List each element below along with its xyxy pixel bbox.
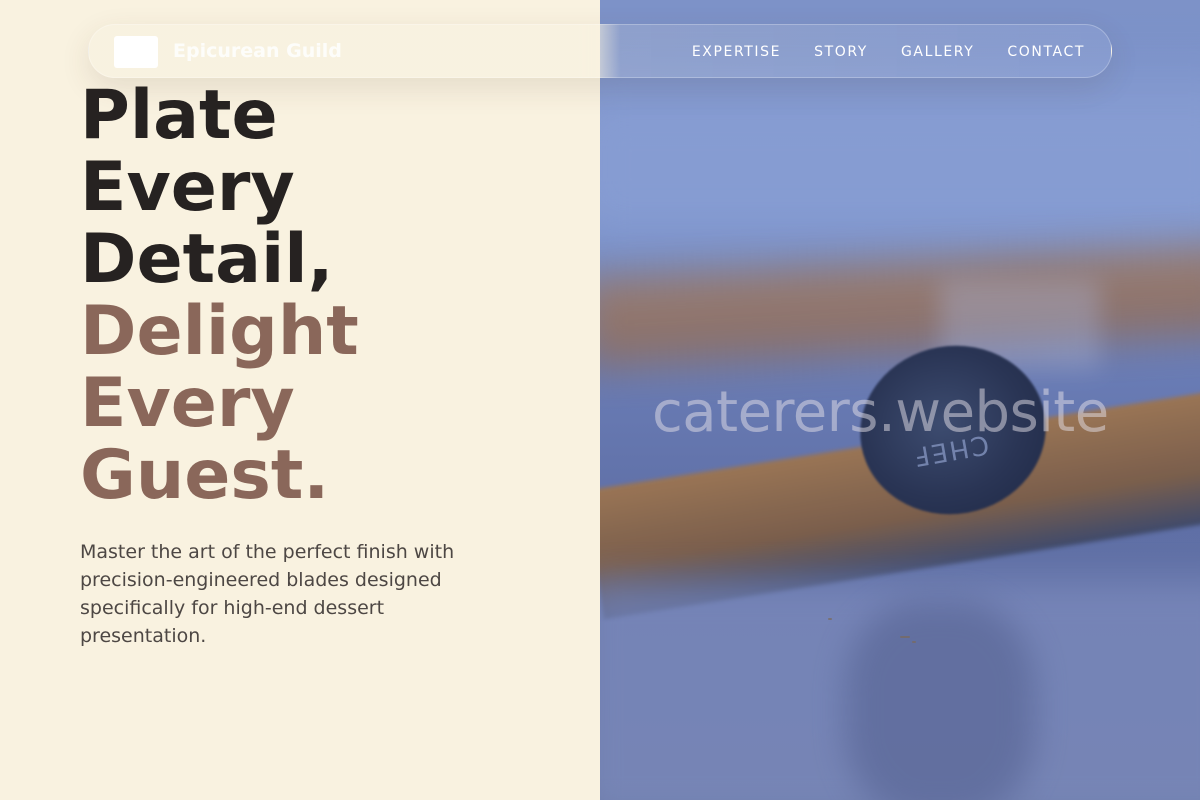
nav-link-gallery[interactable]: GALLERY — [901, 44, 974, 60]
navbar: Epicurean Guild EXPERTISE STORY GALLERY … — [88, 24, 1112, 78]
headline-accent-line: Guest. — [80, 436, 330, 515]
handle-reflection — [845, 600, 1035, 800]
nav-link-story[interactable]: STORY — [814, 44, 868, 60]
photo-background-blur — [600, 80, 1200, 250]
brand-name[interactable]: Epicurean Guild — [173, 40, 342, 62]
hero-subtext: Master the art of the perfect finish wit… — [80, 541, 455, 647]
hero-headline: Plate Every Detail, Delight Every Guest. — [80, 80, 359, 512]
nav-link-expertise[interactable]: EXPERTISE — [692, 44, 781, 60]
nav-links: EXPERTISE STORY GALLERY CONTACT — [692, 44, 1085, 60]
nav-link-contact[interactable]: CONTACT — [1007, 44, 1085, 60]
headline-accent-line: Delight — [80, 292, 359, 371]
crumb — [900, 636, 910, 638]
headline-accent-line: Every — [80, 364, 295, 443]
headline-line: Every — [80, 148, 295, 227]
crumb — [828, 618, 832, 620]
hero-photo: CHEF caterers.website — [600, 0, 1200, 800]
logo-icon[interactable] — [114, 36, 158, 68]
headline-line: Plate — [80, 76, 278, 155]
cutting-board-surface — [600, 244, 1200, 370]
headline-line: Detail, — [80, 220, 334, 299]
watermark-text: caterers.website — [652, 380, 1109, 445]
crumb — [912, 641, 916, 643]
